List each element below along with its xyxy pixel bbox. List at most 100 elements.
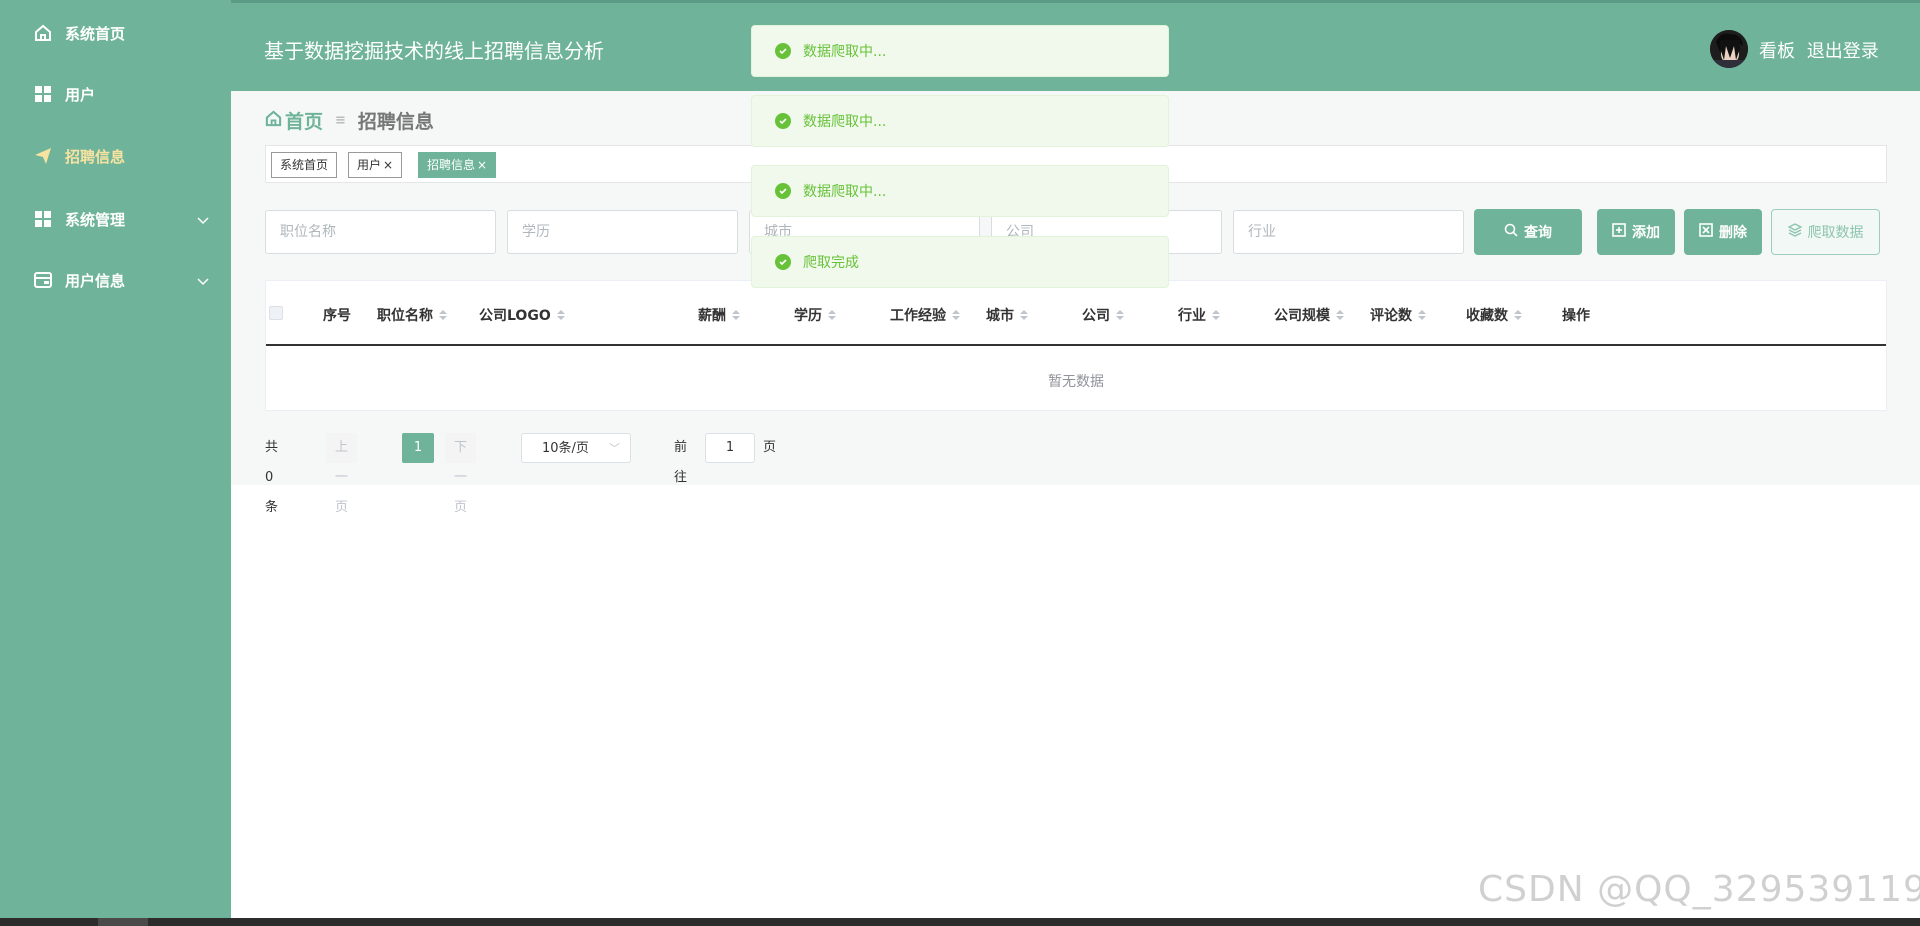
empty-text: 暂无数据 xyxy=(1048,374,1104,390)
sidebar-item-label: 招聘信息 xyxy=(65,147,126,166)
query-button-label: 查询 xyxy=(1524,225,1552,241)
add-button[interactable]: 添加 xyxy=(1597,209,1675,255)
column-header[interactable]: 公司LOGO xyxy=(479,305,565,325)
sidebar-item-system-management[interactable]: 系统管理 xyxy=(0,194,231,244)
taskbar-segment xyxy=(98,918,148,926)
column-header[interactable]: 行业 xyxy=(1178,305,1220,325)
sort-icon[interactable] xyxy=(1020,310,1028,320)
sidebar-item-recruitment[interactable]: 招聘信息 xyxy=(0,131,231,181)
sort-icon[interactable] xyxy=(952,310,960,320)
breadcrumb-home-label: 首页 xyxy=(285,111,324,133)
crawl-data-button[interactable]: 爬取数据 xyxy=(1771,209,1880,255)
breadcrumb-home[interactable]: 首页 xyxy=(265,107,323,134)
crawl-data-button-label: 爬取数据 xyxy=(1807,225,1864,241)
search-icon xyxy=(1504,223,1518,241)
sidebar-item-users[interactable]: 用户 xyxy=(0,69,231,119)
toast-message: 数据爬取中... xyxy=(751,95,1169,147)
delete-square-icon xyxy=(1699,223,1713,241)
check-circle-icon xyxy=(775,113,791,129)
toast-message: 数据爬取中... xyxy=(751,25,1169,77)
next-page-button[interactable]: 下一页 xyxy=(445,433,477,515)
column-header: 操作 xyxy=(1562,308,1590,324)
toast-text: 数据爬取中... xyxy=(803,44,887,60)
add-button-label: 添加 xyxy=(1632,225,1660,241)
column-header[interactable]: 评论数 xyxy=(1370,305,1426,325)
toast-text: 数据爬取中... xyxy=(803,184,887,200)
goto-page-input[interactable] xyxy=(705,433,755,463)
chevron-down-icon xyxy=(197,272,209,290)
column-header: 序号 xyxy=(323,308,351,324)
avatar[interactable] xyxy=(1710,30,1748,68)
sort-icon[interactable] xyxy=(732,310,740,320)
dashboard-link[interactable]: 看板 xyxy=(1759,41,1795,62)
check-circle-icon xyxy=(775,183,791,199)
toast-message: 数据爬取中... xyxy=(751,165,1169,217)
tag-recruitment[interactable]: 招聘信息 × xyxy=(418,152,497,178)
page-number[interactable]: 1 xyxy=(402,433,434,463)
sidebar-item-home[interactable]: 系统首页 xyxy=(0,8,231,58)
close-icon[interactable]: × xyxy=(383,158,393,172)
breadcrumb-current: 招聘信息 xyxy=(357,111,434,133)
page-size-select[interactable]: 10条/页 ﹀ xyxy=(521,433,631,463)
total-count: 共 0 条 xyxy=(265,440,279,515)
page-suffix: 页 xyxy=(763,440,777,455)
sidebar-item-label: 系统管理 xyxy=(65,210,126,229)
job-name-input[interactable] xyxy=(265,210,496,254)
chevron-down-icon xyxy=(197,211,209,229)
sidebar: 系统首页 用户 招聘信息 系统管理 用户信息 xyxy=(0,0,231,926)
goto-label: 前往 xyxy=(674,440,688,485)
sort-icon[interactable] xyxy=(828,310,836,320)
sidebar-item-label: 系统首页 xyxy=(65,24,126,43)
column-header[interactable]: 工作经验 xyxy=(890,305,960,325)
close-icon[interactable]: × xyxy=(477,158,487,172)
toast-text: 数据爬取中... xyxy=(803,114,887,130)
plus-square-icon xyxy=(1612,223,1626,241)
logout-link[interactable]: 退出登录 xyxy=(1807,41,1879,62)
prev-page-button[interactable]: 上一页 xyxy=(326,433,358,515)
check-circle-icon xyxy=(775,254,791,270)
main-panel: 首页 ≡ 招聘信息 系统首页 用户× 招聘信息× 查询 添加 删除 xyxy=(231,91,1920,515)
sort-icon[interactable] xyxy=(1336,310,1344,320)
sidebar-item-user-info[interactable]: 用户信息 xyxy=(0,255,231,305)
sort-icon[interactable] xyxy=(1116,310,1124,320)
sort-icon[interactable] xyxy=(439,310,447,320)
breadcrumb-separator: ≡ xyxy=(335,113,346,128)
toast-text: 爬取完成 xyxy=(803,255,859,271)
column-header[interactable]: 薪酬 xyxy=(698,305,740,325)
paper-plane-icon xyxy=(33,146,53,166)
delete-button-label: 删除 xyxy=(1719,225,1747,241)
table-header: 序号 职位名称 公司LOGO 薪酬 学历 工作经验 城市 公司 行业 公司规模 … xyxy=(266,281,1886,346)
breadcrumb: 首页 ≡ 招聘信息 xyxy=(265,107,434,134)
industry-input[interactable] xyxy=(1233,210,1464,254)
education-input[interactable] xyxy=(507,210,738,254)
delete-button[interactable]: 删除 xyxy=(1684,209,1762,255)
sort-icon[interactable] xyxy=(1418,310,1426,320)
select-all-checkbox[interactable] xyxy=(269,306,283,320)
sort-icon[interactable] xyxy=(1212,310,1220,320)
grid-icon xyxy=(33,209,53,229)
tag-home[interactable]: 系统首页 xyxy=(271,152,338,178)
sidebar-item-label: 用户信息 xyxy=(65,271,126,290)
column-header[interactable]: 城市 xyxy=(986,305,1028,325)
sidebar-item-label: 用户 xyxy=(65,85,96,104)
sort-icon[interactable] xyxy=(556,310,565,320)
recruitment-table: 序号 职位名称 公司LOGO 薪酬 学历 工作经验 城市 公司 行业 公司规模 … xyxy=(265,280,1887,411)
layers-icon xyxy=(1787,223,1802,241)
taskbar-strip xyxy=(0,918,1920,926)
toast-message: 爬取完成 xyxy=(751,236,1169,288)
column-header[interactable]: 收藏数 xyxy=(1466,305,1522,325)
column-header[interactable]: 公司 xyxy=(1082,305,1124,325)
column-header[interactable]: 学历 xyxy=(794,305,836,325)
chevron-down-icon: ﹀ xyxy=(609,442,620,455)
card-icon xyxy=(33,270,53,290)
query-button[interactable]: 查询 xyxy=(1474,209,1582,255)
column-header[interactable]: 公司规模 xyxy=(1274,305,1344,325)
check-circle-icon xyxy=(775,43,791,59)
tag-label: 用户 xyxy=(357,158,382,172)
tag-users[interactable]: 用户 × xyxy=(348,152,403,178)
home-icon xyxy=(265,110,282,132)
tag-label: 招聘信息 xyxy=(427,158,476,172)
tag-label: 系统首页 xyxy=(280,158,329,172)
column-header[interactable]: 职位名称 xyxy=(377,305,447,325)
sort-icon[interactable] xyxy=(1514,310,1522,320)
